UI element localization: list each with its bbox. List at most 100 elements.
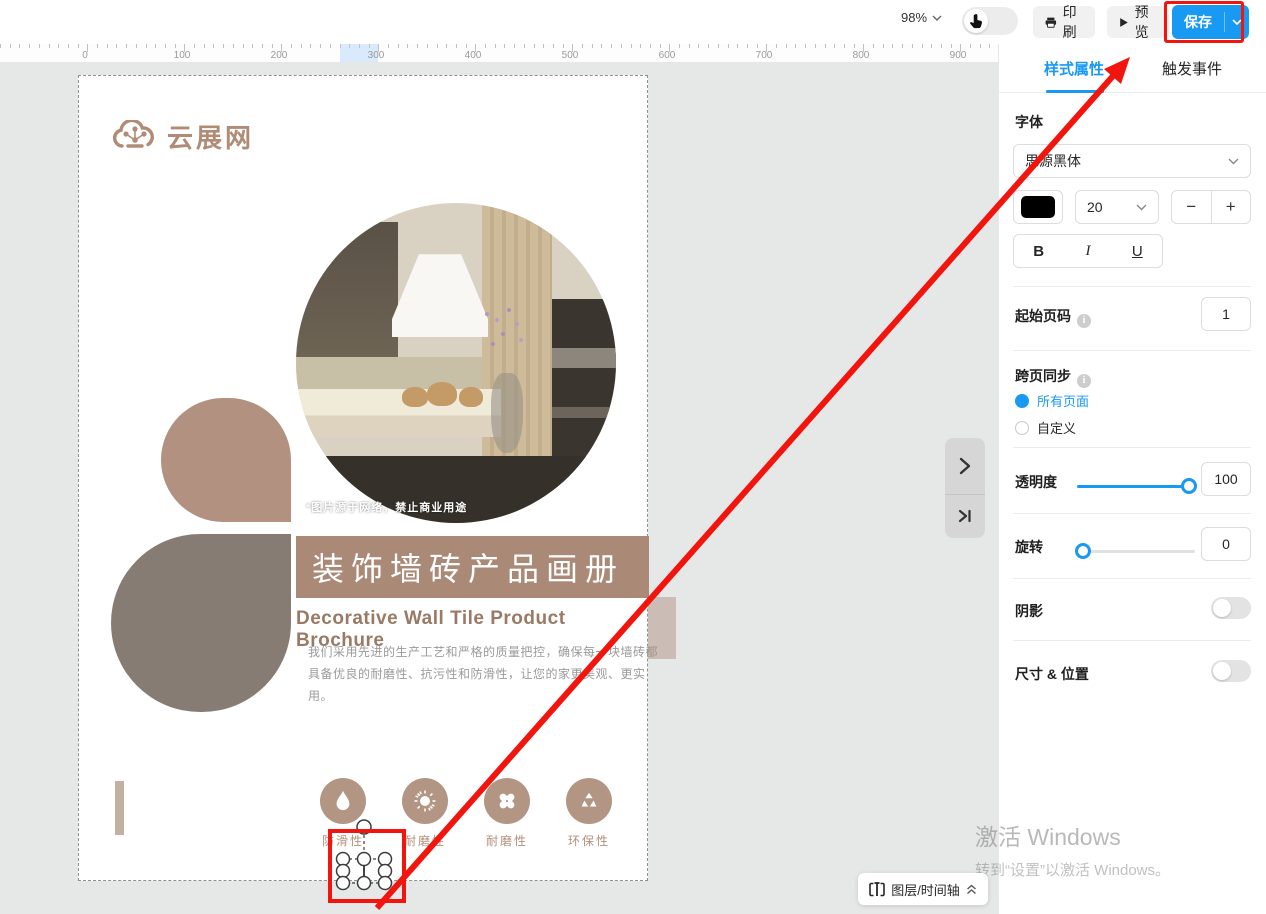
photo-appliance-band bbox=[552, 348, 616, 369]
ruler-tick bbox=[911, 44, 913, 48]
decor-shape-tan[interactable] bbox=[161, 398, 291, 522]
ruler-tick bbox=[155, 44, 157, 48]
zoom-level-select[interactable]: 98% bbox=[901, 10, 942, 25]
ruler-tick bbox=[232, 44, 234, 48]
font-size-increase-button[interactable]: + bbox=[1212, 191, 1251, 223]
ruler-tick bbox=[543, 44, 545, 48]
info-icon[interactable]: i bbox=[1077, 313, 1091, 328]
ruler-tick bbox=[397, 44, 399, 48]
ruler-tick-label: 800 bbox=[852, 50, 870, 61]
page-title: 装饰墙砖产品画册 bbox=[312, 551, 625, 587]
shadow-label: 阴影 bbox=[1015, 603, 1043, 619]
ruler-tick bbox=[611, 44, 613, 48]
size-position-toggle[interactable] bbox=[1211, 660, 1251, 682]
ruler-tick bbox=[300, 44, 302, 48]
resize-handle[interactable] bbox=[335, 851, 351, 867]
underline-button[interactable]: U bbox=[1113, 235, 1162, 267]
toggle-knob bbox=[1213, 599, 1231, 617]
ruler-tick-label: 700 bbox=[755, 50, 773, 61]
font-size-decrease-button[interactable]: − bbox=[1172, 191, 1211, 223]
font-family-select[interactable]: 思源黑体 bbox=[1013, 144, 1251, 178]
play-icon bbox=[1120, 17, 1128, 27]
ruler-tick bbox=[921, 44, 923, 48]
next-page-button[interactable] bbox=[945, 438, 985, 494]
save-dropdown-caret[interactable] bbox=[1225, 19, 1249, 25]
printer-icon bbox=[1045, 17, 1057, 28]
ruler-tick-label: 100 bbox=[173, 50, 191, 61]
ruler-tick bbox=[67, 44, 69, 48]
ruler-tick bbox=[795, 44, 797, 48]
ruler-tick-label: 400 bbox=[464, 50, 482, 61]
rotation-input[interactable]: 0 bbox=[1201, 527, 1251, 561]
radio-all-pages[interactable]: 所有页面 bbox=[1015, 391, 1089, 410]
resize-handle[interactable] bbox=[356, 875, 372, 891]
opacity-input[interactable]: 100 bbox=[1201, 462, 1251, 496]
preview-button[interactable]: 预览 bbox=[1107, 4, 1169, 40]
start-page-row: 起始页码 i bbox=[1015, 306, 1091, 328]
last-page-button[interactable] bbox=[945, 495, 985, 538]
ruler-tick bbox=[368, 44, 370, 48]
ruler-tick bbox=[388, 44, 389, 48]
brand-logo[interactable]: 云展网 bbox=[112, 118, 254, 155]
ruler-tick bbox=[504, 44, 506, 48]
active-tab-underline bbox=[1046, 90, 1104, 93]
save-button[interactable]: 保存 bbox=[1172, 5, 1249, 39]
resize-handle[interactable] bbox=[377, 875, 393, 891]
tab-style-properties[interactable]: 样式属性 bbox=[1044, 58, 1104, 79]
brochure-page[interactable]: 云展网 *图片源于网络，禁止商业用途 装饰墙砖产品画册 Decorative W… bbox=[78, 75, 658, 881]
page-body-text[interactable]: 我们采用先进的生产工艺和严格的质量把控，确保每一块墙砖都具备优良的耐磨性、抗污性… bbox=[308, 641, 664, 708]
ruler-tick bbox=[407, 44, 409, 48]
bold-button[interactable]: B bbox=[1014, 235, 1063, 267]
design-canvas[interactable]: 云展网 *图片源于网络，禁止商业用途 装饰墙砖产品画册 Decorative W… bbox=[0, 62, 998, 914]
start-page-input[interactable]: 1 bbox=[1201, 297, 1251, 331]
ruler-tick bbox=[261, 44, 263, 48]
kitchen-photo[interactable] bbox=[296, 203, 616, 523]
opacity-slider-knob[interactable] bbox=[1181, 478, 1197, 494]
resize-handle[interactable] bbox=[356, 851, 372, 867]
info-icon[interactable]: i bbox=[1077, 373, 1091, 388]
ruler-tick bbox=[106, 44, 108, 48]
page-title-banner[interactable]: 装饰墙砖产品画册 bbox=[296, 536, 649, 598]
chevron-down-icon bbox=[1232, 19, 1242, 25]
feature-item[interactable]: 耐磨性 bbox=[475, 778, 539, 849]
ruler-tick bbox=[426, 44, 428, 48]
opacity-slider[interactable] bbox=[1077, 478, 1197, 494]
ruler-tick bbox=[853, 44, 855, 48]
shadow-toggle[interactable] bbox=[1211, 597, 1251, 619]
font-size-select[interactable]: 20 bbox=[1075, 190, 1159, 224]
resize-handle[interactable] bbox=[377, 863, 393, 879]
tab-trigger-events[interactable]: 触发事件 bbox=[1162, 58, 1222, 79]
ruler-tick bbox=[620, 44, 622, 48]
ruler-tick bbox=[77, 44, 79, 48]
rotate-handle[interactable] bbox=[356, 819, 372, 835]
ruler-tick bbox=[989, 44, 991, 48]
decor-accent-bar[interactable] bbox=[115, 781, 124, 835]
ruler-tick bbox=[19, 44, 21, 48]
sync-section-label-row: 跨页同步 i bbox=[1015, 366, 1091, 388]
ruler-tick bbox=[97, 44, 98, 48]
rotation-slider[interactable] bbox=[1075, 543, 1195, 559]
radio-custom[interactable]: 自定义 bbox=[1015, 418, 1076, 437]
top-toolbar: 98% 印刷 预览 保存 bbox=[0, 0, 1266, 44]
chevron-down-icon bbox=[932, 15, 942, 21]
ruler-tick bbox=[135, 44, 137, 48]
decor-shape-gray[interactable] bbox=[111, 534, 291, 712]
rotation-slider-knob[interactable] bbox=[1075, 543, 1091, 559]
section-divider bbox=[1013, 513, 1251, 514]
font-color-picker[interactable] bbox=[1013, 190, 1063, 224]
resize-handle[interactable] bbox=[377, 851, 393, 867]
editor-window: 98% 印刷 预览 保存 0 100 200 300 400 500 600 7… bbox=[0, 0, 1266, 914]
italic-button[interactable]: I bbox=[1063, 235, 1112, 267]
selection-handles[interactable] bbox=[330, 815, 410, 907]
layers-timeline-button[interactable]: 图层/时间轴 bbox=[858, 873, 988, 905]
resize-handle[interactable] bbox=[335, 863, 351, 879]
hand-tool-toggle[interactable] bbox=[962, 7, 1018, 35]
image-source-note[interactable]: *图片源于网络，禁止商业用途 bbox=[306, 499, 467, 515]
feature-item[interactable]: 环保性 bbox=[557, 778, 621, 849]
resize-handle[interactable] bbox=[335, 875, 351, 891]
print-button[interactable]: 印刷 bbox=[1033, 4, 1095, 40]
rotation-label: 旋转 bbox=[1015, 539, 1043, 555]
ruler-tick bbox=[640, 44, 642, 48]
feature-label: 耐磨性 bbox=[485, 834, 528, 848]
ruler-tick bbox=[455, 44, 457, 48]
